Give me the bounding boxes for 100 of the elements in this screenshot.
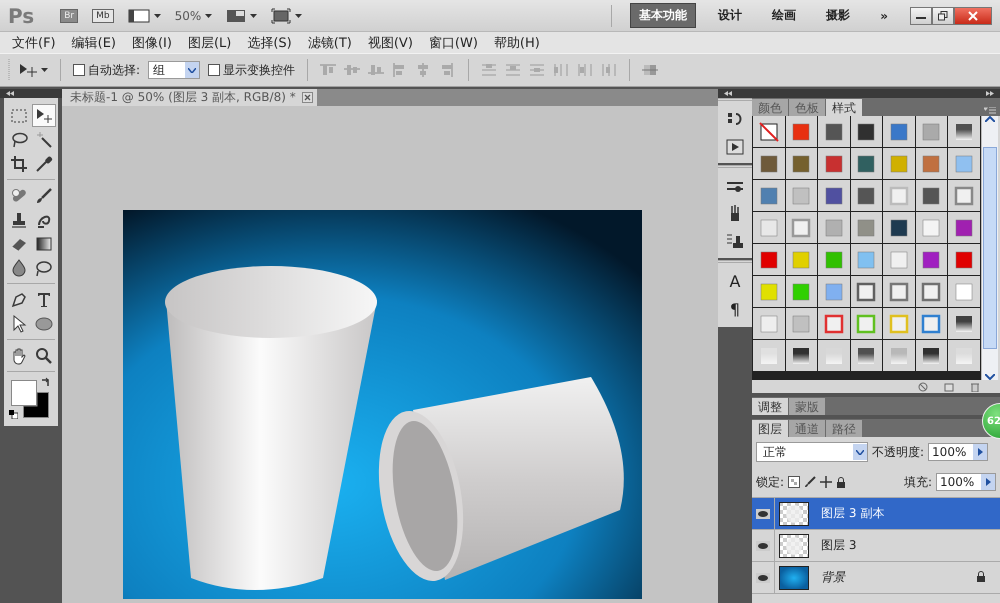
chevron-down-icon	[188, 68, 196, 72]
close-icon	[968, 10, 978, 20]
caret-icon	[205, 14, 212, 18]
checkbox[interactable]	[73, 64, 85, 76]
menu-item[interactable]: 选择(S)	[239, 34, 300, 52]
caret-icon	[250, 14, 258, 18]
menu-item[interactable]: 视图(V)	[360, 34, 421, 52]
menu-item[interactable]: 图像(I)	[124, 34, 180, 52]
workspace-button[interactable]: 绘画	[764, 4, 804, 27]
move-tool-button[interactable]	[32, 104, 56, 127]
checkbox-label: 自动选择:	[88, 62, 140, 78]
eye-icon[interactable]	[756, 508, 770, 518]
menu-item[interactable]: 编辑(E)	[64, 34, 124, 52]
menu-item[interactable]: 滤镜(T)	[300, 34, 360, 52]
zoom-icon	[34, 346, 52, 364]
gradient-icon	[34, 234, 52, 252]
panel-menu-icon[interactable]	[984, 107, 996, 115]
foreground-color[interactable]	[11, 380, 37, 406]
menu-item[interactable]: 图层(L)	[180, 34, 240, 52]
trash-icon[interactable]	[970, 382, 980, 392]
move-cross-icon[interactable]	[820, 476, 832, 488]
layer-thumbnail	[779, 502, 809, 526]
opacity-field[interactable]: 100%	[928, 443, 988, 461]
menu-item[interactable]: 帮助(H)	[486, 34, 548, 52]
lasso-icon	[10, 130, 28, 148]
expand-icon[interactable]	[986, 91, 994, 96]
target-dropdown[interactable]: 组	[148, 61, 200, 79]
minimize-button[interactable]	[910, 6, 932, 24]
scrollbar-thumb[interactable]	[983, 147, 997, 349]
clear-style-icon[interactable]	[918, 382, 928, 392]
checkbox-label: 显示变换控件	[223, 62, 296, 78]
brush-icon	[34, 186, 52, 204]
swap-arrow-icon[interactable]	[41, 377, 51, 387]
arrow-right-icon	[978, 448, 983, 456]
collapse-icon[interactable]	[6, 91, 14, 96]
caret-icon	[295, 14, 302, 18]
scroll-down-icon[interactable]	[985, 374, 995, 380]
scroll-up-icon[interactable]	[985, 116, 995, 122]
restore-button[interactable]	[932, 6, 954, 24]
eye-icon[interactable]	[756, 540, 770, 550]
fill-label: 填充:	[904, 474, 932, 490]
magic-wand-icon	[34, 130, 52, 148]
background-color[interactable]	[23, 392, 49, 418]
new-style-icon[interactable]	[944, 382, 954, 392]
stamp-list-icon[interactable]	[726, 232, 744, 250]
layer-row[interactable]: 背景	[752, 562, 1000, 594]
tab-close-icon[interactable]	[302, 92, 313, 103]
screen-mode-icon[interactable]	[271, 8, 292, 24]
zoom-level[interactable]: 50%	[174, 8, 202, 22]
lock-icon[interactable]	[836, 476, 846, 488]
layer-row[interactable]: 图层 3	[752, 530, 1000, 562]
more-workspaces[interactable]: »	[872, 6, 896, 26]
lock-transparency-icon[interactable]	[788, 476, 800, 488]
chevron-down-icon	[856, 450, 864, 454]
menu-item[interactable]: 文件(F)	[4, 34, 64, 52]
layer-name: 图层 3 副本	[821, 505, 886, 522]
move-arrow-icon	[34, 106, 52, 124]
panel-tab[interactable]: 样式	[826, 99, 862, 116]
checkbox[interactable]	[208, 64, 220, 76]
pen-nib-icon	[10, 290, 28, 308]
dashed-rectangle-icon	[10, 106, 28, 124]
launcher-button[interactable]: Mb	[92, 8, 114, 22]
arrow-right-icon	[986, 478, 990, 486]
restore-icon	[938, 10, 948, 20]
lock-label: 锁定:	[756, 474, 784, 490]
layer-name: 背景	[821, 569, 847, 586]
character-panel-icon[interactable]: A	[730, 273, 740, 291]
app-logo: Ps	[8, 4, 34, 28]
workspace-button[interactable]: 摄影	[818, 4, 858, 27]
ellipse-icon	[34, 314, 52, 332]
stamp-icon	[10, 210, 28, 228]
close-button[interactable]	[954, 6, 992, 24]
default-colors-icon[interactable]	[9, 410, 18, 419]
layer-thumbnail	[779, 534, 809, 558]
eyedropper-icon	[34, 154, 52, 172]
caret-icon	[154, 14, 161, 18]
grip-icon	[8, 59, 11, 81]
move-arrow-icon[interactable]	[19, 63, 37, 77]
panel-tab[interactable]: 图层	[752, 420, 788, 437]
fill-field[interactable]: 100%	[936, 473, 996, 491]
layer-thumbnail	[779, 566, 809, 590]
auto-align-icon[interactable]	[642, 63, 658, 77]
opacity-label: 不透明度:	[872, 444, 924, 460]
drop-icon	[10, 258, 28, 276]
crop-icon	[10, 154, 28, 172]
caret-icon	[41, 68, 48, 72]
play-icon[interactable]	[726, 139, 744, 155]
workspace-button[interactable]: 设计	[710, 4, 750, 27]
paragraph-panel-icon[interactable]: ¶	[730, 301, 740, 319]
layer-row[interactable]: 图层 3 副本	[752, 498, 1000, 530]
eye-icon[interactable]	[756, 572, 770, 582]
panel-tab[interactable]: 调整	[752, 398, 788, 415]
layer-name: 图层 3	[821, 537, 858, 554]
layout-grid-icon[interactable]	[226, 8, 246, 24]
brush-icon[interactable]	[804, 476, 816, 488]
collapse-icon[interactable]	[724, 91, 732, 96]
menu-item[interactable]: 窗口(W)	[420, 34, 486, 52]
style-swatch[interactable]	[756, 120, 781, 144]
workspace-button[interactable]: 基本功能	[630, 3, 696, 28]
blend-mode-dropdown[interactable]: 正常	[756, 442, 868, 462]
